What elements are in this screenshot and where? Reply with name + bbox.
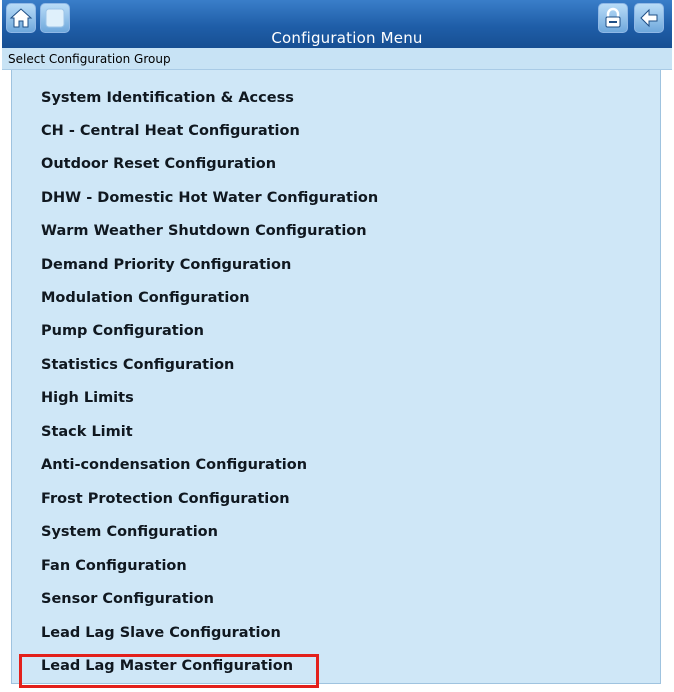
menu-item-ch-central-heat-configuration[interactable]: CH - Central Heat Configuration (41, 116, 300, 146)
menu-item-warm-weather-shutdown-configuration[interactable]: Warm Weather Shutdown Configuration (41, 216, 367, 246)
page-title: Configuration Menu (271, 29, 423, 47)
menu-item-statistics-configuration[interactable]: Statistics Configuration (41, 350, 234, 380)
menu-item-high-limits[interactable]: High Limits (41, 383, 134, 413)
menu-item-demand-priority-configuration[interactable]: Demand Priority Configuration (41, 250, 291, 280)
menu-item-stack-limit[interactable]: Stack Limit (41, 417, 133, 447)
selection-highlight (19, 654, 319, 688)
menu-item-lead-lag-slave-configuration[interactable]: Lead Lag Slave Configuration (41, 618, 281, 648)
menu-item-pump-configuration[interactable]: Pump Configuration (41, 316, 204, 346)
menu-item-frost-protection-configuration[interactable]: Frost Protection Configuration (41, 484, 290, 514)
configuration-group-list: System Identification & Access CH - Cent… (11, 70, 661, 684)
menu-item-modulation-configuration[interactable]: Modulation Configuration (41, 283, 250, 313)
back-arrow-icon (640, 8, 658, 28)
lock-icon (605, 7, 621, 28)
home-icon (9, 8, 33, 28)
menu-item-outdoor-reset-configuration[interactable]: Outdoor Reset Configuration (41, 149, 276, 179)
menu-item-anti-condensation-configuration[interactable]: Anti-condensation Configuration (41, 450, 307, 480)
menu-item-fan-configuration[interactable]: Fan Configuration (41, 551, 187, 581)
section-header: Select Configuration Group (2, 48, 672, 70)
blank-screen-icon (45, 8, 65, 28)
lock-button[interactable] (598, 3, 628, 33)
menu-item-system-configuration[interactable]: System Configuration (41, 517, 218, 547)
menu-item-system-identification-access[interactable]: System Identification & Access (41, 83, 294, 113)
menu-item-sensor-configuration[interactable]: Sensor Configuration (41, 584, 214, 614)
menu-item-dhw-domestic-hot-water-configuration[interactable]: DHW - Domestic Hot Water Configuration (41, 183, 378, 213)
back-button[interactable] (634, 3, 664, 33)
title-bar: Configuration Menu (2, 0, 672, 48)
